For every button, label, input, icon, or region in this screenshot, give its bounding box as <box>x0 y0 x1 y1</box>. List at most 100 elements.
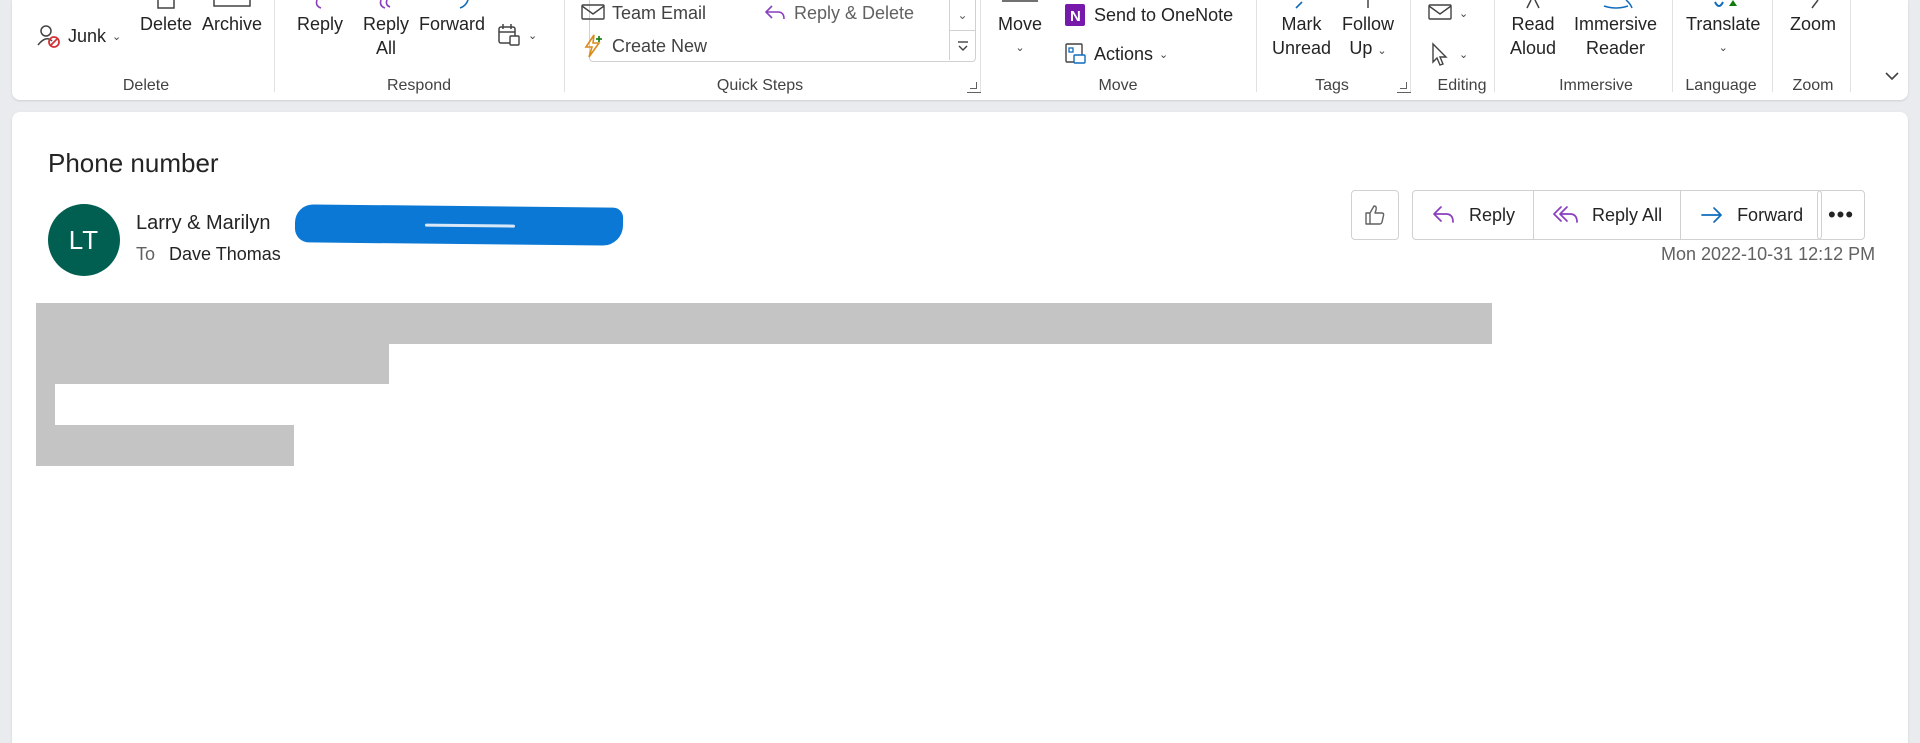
reply-all-ribbon-button[interactable]: Reply All <box>363 0 409 60</box>
read-label-1: Read <box>1511 14 1555 34</box>
read-aloud-icon <box>1511 0 1555 12</box>
immersive-reader-icon <box>1576 0 1656 12</box>
sender-name[interactable]: Larry & Marilyn <box>136 212 270 235</box>
redacted-body-block <box>36 303 1492 344</box>
redacted-body-block <box>36 384 55 425</box>
team-email-label: Team Email <box>612 2 707 23</box>
reply-all-button[interactable]: Reply All <box>1534 191 1682 239</box>
avatar-initials: LT <box>68 224 100 255</box>
group-label-tags: Tags <box>1315 77 1349 94</box>
follow-up-button[interactable]: Follow Up ⌄ <box>1342 0 1394 63</box>
forward-icon <box>422 0 482 12</box>
divider <box>980 0 981 92</box>
forward-button[interactable]: Forward <box>1681 191 1821 239</box>
group-label-zoom: Zoom <box>1792 77 1834 94</box>
quick-step-create-new[interactable]: Create New <box>580 33 707 59</box>
select-button[interactable]: ⌄ <box>1427 41 1468 67</box>
reply-button[interactable]: Reply <box>1413 191 1535 239</box>
reply-all-icon <box>371 0 401 12</box>
divider <box>564 0 565 92</box>
svg-text:N: N <box>1070 8 1081 25</box>
meeting-button[interactable]: ⌄ <box>496 22 537 48</box>
chevron-down-icon: ⌄ <box>1015 42 1025 54</box>
divider <box>1672 0 1673 92</box>
trash-icon <box>153 0 179 12</box>
quick-step-team-email[interactable]: Team Email <box>580 2 706 24</box>
divider <box>1256 0 1257 92</box>
forward-label: Forward <box>1737 204 1804 225</box>
chevron-down-icon: ⌄ <box>528 29 538 42</box>
chevron-down-icon: ⌄ <box>1459 7 1469 20</box>
more-down-icon <box>956 39 970 53</box>
translate-label: Translate <box>1686 14 1761 34</box>
immersive-label-2: Reader <box>1585 38 1646 58</box>
mark-label-2: Unread <box>1272 38 1332 58</box>
envelope-icon <box>1427 2 1453 24</box>
reply-icon <box>1431 204 1457 226</box>
reply-all-label-2: All <box>376 38 397 58</box>
forward-ribbon-button[interactable]: Forward <box>419 0 485 36</box>
redaction-scribble <box>294 204 624 246</box>
archive-label: Archive <box>202 14 263 34</box>
divider <box>1494 0 1495 92</box>
to-label: To <box>136 244 156 264</box>
reply-delete-label: Reply & Delete <box>794 2 915 23</box>
translate-icon <box>1693 0 1753 12</box>
quick-step-reply-delete[interactable]: Reply & Delete <box>762 2 914 24</box>
reply-all-label: Reply All <box>1592 204 1663 225</box>
more-actions-button[interactable]: ••• <box>1817 190 1865 240</box>
reply-label: Reply <box>1469 204 1516 225</box>
reply-icon <box>762 2 788 24</box>
group-label-language: Language <box>1685 77 1757 94</box>
cursor-icon <box>1427 41 1453 67</box>
gallery-scroll-up-button[interactable]: ⌄ <box>949 0 975 30</box>
reply-ribbon-button[interactable]: Reply <box>297 0 343 36</box>
calendar-icon <box>496 22 522 48</box>
follow-label-2: Up ⌄ <box>1349 36 1386 63</box>
zoom-button[interactable]: Zoom <box>1790 0 1836 36</box>
quick-steps-launcher-icon[interactable] <box>967 79 981 93</box>
send-to-onenote-button[interactable]: N Send to OneNote <box>1062 2 1233 28</box>
reply-icon <box>305 0 335 12</box>
chevron-down-icon: ⌄ <box>957 8 968 22</box>
arrow-right-icon <box>1699 204 1725 226</box>
send-to-onenote-label: Send to OneNote <box>1094 4 1234 25</box>
immersive-reader-button[interactable]: Immersive Reader <box>1574 0 1657 60</box>
junk-label: Junk <box>68 25 107 46</box>
follow-label-2-text: Up <box>1349 38 1373 58</box>
group-label-move: Move <box>1098 77 1138 94</box>
actions-button[interactable]: Actions ⌄ <box>1062 41 1168 67</box>
forward-ribbon-label: Forward <box>419 14 486 34</box>
read-aloud-button[interactable]: Read Aloud <box>1510 0 1556 60</box>
message-timestamp: Mon 2022-10-31 12:12 PM <box>1661 244 1876 264</box>
group-label-immersive: Immersive <box>1559 77 1633 94</box>
like-button[interactable] <box>1351 190 1399 240</box>
avatar[interactable]: LT <box>48 204 120 276</box>
message-subject: Phone number <box>48 148 219 178</box>
message-actions: Reply Reply All Forward <box>1412 190 1823 240</box>
redacted-body-block <box>36 425 294 466</box>
tags-launcher-icon[interactable] <box>1397 79 1411 93</box>
group-label-delete: Delete <box>122 77 170 94</box>
archive-button[interactable]: Archive <box>202 0 262 36</box>
mark-unread-button[interactable]: Mark Unread <box>1272 0 1331 60</box>
recipient-name[interactable]: Dave Thomas <box>169 244 281 265</box>
group-label-respond: Respond <box>386 77 452 94</box>
reply-all-label-1: Reply <box>363 14 410 34</box>
collapse-ribbon-button[interactable] <box>1884 70 1900 82</box>
chevron-down-icon: ⌄ <box>1377 45 1387 57</box>
translate-button[interactable]: Translate ⌄ <box>1686 0 1760 60</box>
find-button[interactable]: ⌄ <box>1427 2 1468 24</box>
gallery-expand-button[interactable] <box>949 30 975 60</box>
move-label: Move <box>998 14 1043 34</box>
move-button[interactable]: Move ⌄ <box>998 0 1042 60</box>
junk-button[interactable]: Junk ⌄ <box>36 23 121 49</box>
reading-pane: Phone number LT Larry & Marilyn To Dave … <box>12 112 1908 743</box>
mail-icon <box>580 2 606 24</box>
reply-all-icon <box>1552 204 1580 226</box>
more-icon: ••• <box>1827 202 1855 227</box>
group-label-editing: Editing <box>1437 77 1487 94</box>
chevron-down-icon: ⌄ <box>112 30 122 43</box>
thumbs-up-icon <box>1363 203 1387 227</box>
delete-button[interactable]: Delete <box>140 0 192 36</box>
